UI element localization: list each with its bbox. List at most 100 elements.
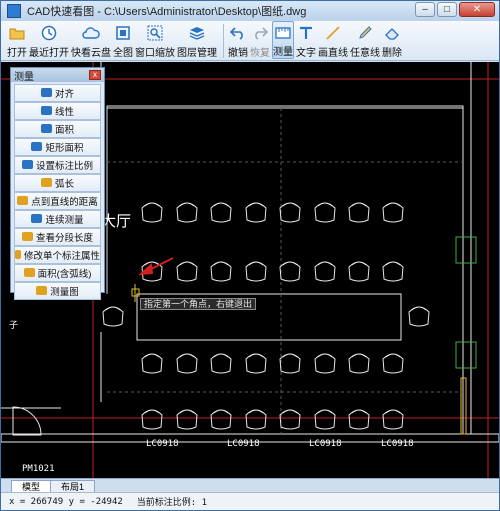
measure-tool-item[interactable]: 线性 [14, 102, 101, 120]
chair-back [144, 353, 160, 358]
undo-button[interactable]: 撤销 [228, 21, 248, 59]
app-logo-icon [7, 4, 21, 18]
cloud-icon [82, 24, 100, 42]
folder-icon [8, 24, 26, 42]
chair-back [144, 202, 160, 207]
redo-icon [251, 24, 269, 42]
open-label: 打开 [7, 48, 27, 59]
measure-tool-label: 对齐 [54, 88, 74, 100]
measure-tool-item[interactable]: 面积(含弧线) [14, 264, 101, 282]
arc-area-icon [23, 268, 35, 278]
line-icon [324, 24, 342, 42]
ruler-icon [274, 25, 292, 41]
chair-back [282, 409, 298, 414]
app-window: CAD快速看图 - C:\Users\Administrator\Desktop… [0, 0, 500, 511]
command-tooltip: 指定第一个角点，右键退出 [140, 298, 257, 310]
measure-tool-label: 修改单个标注属性 [23, 250, 100, 262]
measure-tool-label: 弧长 [54, 178, 74, 190]
door-label: LC0918 [227, 439, 260, 449]
chair-back [248, 409, 264, 414]
fit-view-button[interactable]: 全图 [113, 21, 133, 59]
measure-tool-item[interactable]: 对齐 [14, 84, 101, 102]
chair-back [317, 261, 333, 266]
door-label: LC0918 [309, 439, 342, 449]
open-button[interactable]: 打开 [7, 21, 27, 59]
measure-map-icon [36, 286, 48, 296]
window-title: CAD快速看图 - C:\Users\Administrator\Desktop… [27, 6, 307, 18]
chair-back [179, 261, 195, 266]
chair-back [351, 353, 367, 358]
cloud-button[interactable]: 快看云盘 [71, 21, 111, 59]
measure-tool-label: 测量图 [50, 286, 79, 298]
rect-area-icon [31, 142, 43, 152]
measure-button[interactable]: 测量 [272, 21, 294, 59]
chair-back [179, 353, 195, 358]
freehand-button[interactable]: 任意线 [350, 21, 380, 59]
measure-tool-item[interactable]: 修改单个标注属性 [14, 246, 101, 264]
chair-back [385, 353, 401, 358]
layers-button[interactable]: 图层管理 [177, 21, 217, 59]
chair-back [317, 409, 333, 414]
chair-back [351, 202, 367, 207]
measure-tool-item[interactable]: 点到直线的距离 [14, 192, 101, 210]
main-toolbar: 打开 最近打开 快看云盘 全图 窗口缩放 图层管理 撤销 恢复 测量 文字 画直… [1, 21, 499, 61]
measure-panel-header[interactable]: 测量 x [11, 68, 104, 83]
chair-back [179, 409, 195, 414]
zoom-window-button[interactable]: 窗口缩放 [135, 21, 175, 59]
chair-back [351, 261, 367, 266]
freehand-label: 任意线 [350, 48, 380, 59]
chair-back [144, 409, 160, 414]
chair-back [282, 353, 298, 358]
door-label: LC0918 [146, 439, 179, 449]
chair-back [248, 353, 264, 358]
text-button[interactable]: 文字 [296, 21, 316, 59]
eraser-icon [383, 24, 401, 42]
room-label: 大厅 [101, 212, 132, 230]
chair-back [213, 261, 229, 266]
measure-tool-label: 点到直线的距离 [31, 196, 98, 208]
side-label: 子 [9, 320, 19, 330]
layout-tabs: 模型 布局1 [1, 478, 499, 492]
undo-icon [229, 24, 247, 42]
segment-icon [21, 232, 33, 242]
line-label: 画直线 [318, 48, 348, 59]
minimize-button[interactable]: – [415, 2, 435, 17]
fit-view-icon [114, 24, 132, 42]
measure-tool-item[interactable]: 面积 [14, 120, 101, 138]
chair-back [213, 409, 229, 414]
redo-label: 恢复 [250, 48, 270, 59]
measure-tool-label: 线性 [54, 106, 74, 118]
measure-tool-label: 面积(含弧线) [37, 268, 92, 280]
chair-back [213, 202, 229, 207]
measure-tool-item[interactable]: 矩形面积 [14, 138, 101, 156]
measure-tool-item[interactable]: 查看分段长度 [14, 228, 101, 246]
panel-close-button[interactable]: x [89, 70, 101, 80]
tab-model[interactable]: 模型 [11, 480, 52, 492]
delete-label: 删除 [382, 48, 402, 59]
recent-button[interactable]: 最近打开 [29, 21, 69, 59]
measure-tool-label: 面积 [54, 124, 74, 136]
delete-button[interactable]: 删除 [382, 21, 402, 59]
redo-button[interactable]: 恢复 [250, 21, 270, 59]
chair-back [144, 261, 160, 266]
layers-label: 图层管理 [177, 48, 217, 59]
line-button[interactable]: 画直线 [318, 21, 348, 59]
measure-tool-item[interactable]: 弧长 [14, 174, 101, 192]
measure-tool-item[interactable]: 设置标注比例 [14, 156, 101, 174]
fit-view-label: 全图 [113, 48, 133, 59]
measure-tool-item[interactable]: 连续测量 [14, 210, 101, 228]
measure-tool-item[interactable]: 测量图 [14, 282, 101, 300]
dimension-scale-status: 当前标注比例: 1 [136, 498, 208, 508]
point-line-icon [17, 196, 29, 206]
window-controls: – □ ✕ [415, 2, 495, 17]
cursor-coordinates: x = 266749 y = -24942 [9, 496, 123, 507]
layers-icon [188, 24, 206, 42]
maximize-button[interactable]: □ [437, 2, 457, 17]
tab-layout1[interactable]: 布局1 [50, 480, 96, 492]
close-button[interactable]: ✕ [459, 2, 495, 17]
pencil-icon [356, 24, 374, 42]
zoom-window-label: 窗口缩放 [135, 48, 175, 59]
undo-label: 撤销 [228, 48, 248, 59]
arc-icon [40, 178, 52, 188]
measure-tool-list: 对齐线性面积矩形面积 设置标注比例弧长点到直线的距离连续测量 查看分段长度修改单个标… [11, 82, 104, 302]
